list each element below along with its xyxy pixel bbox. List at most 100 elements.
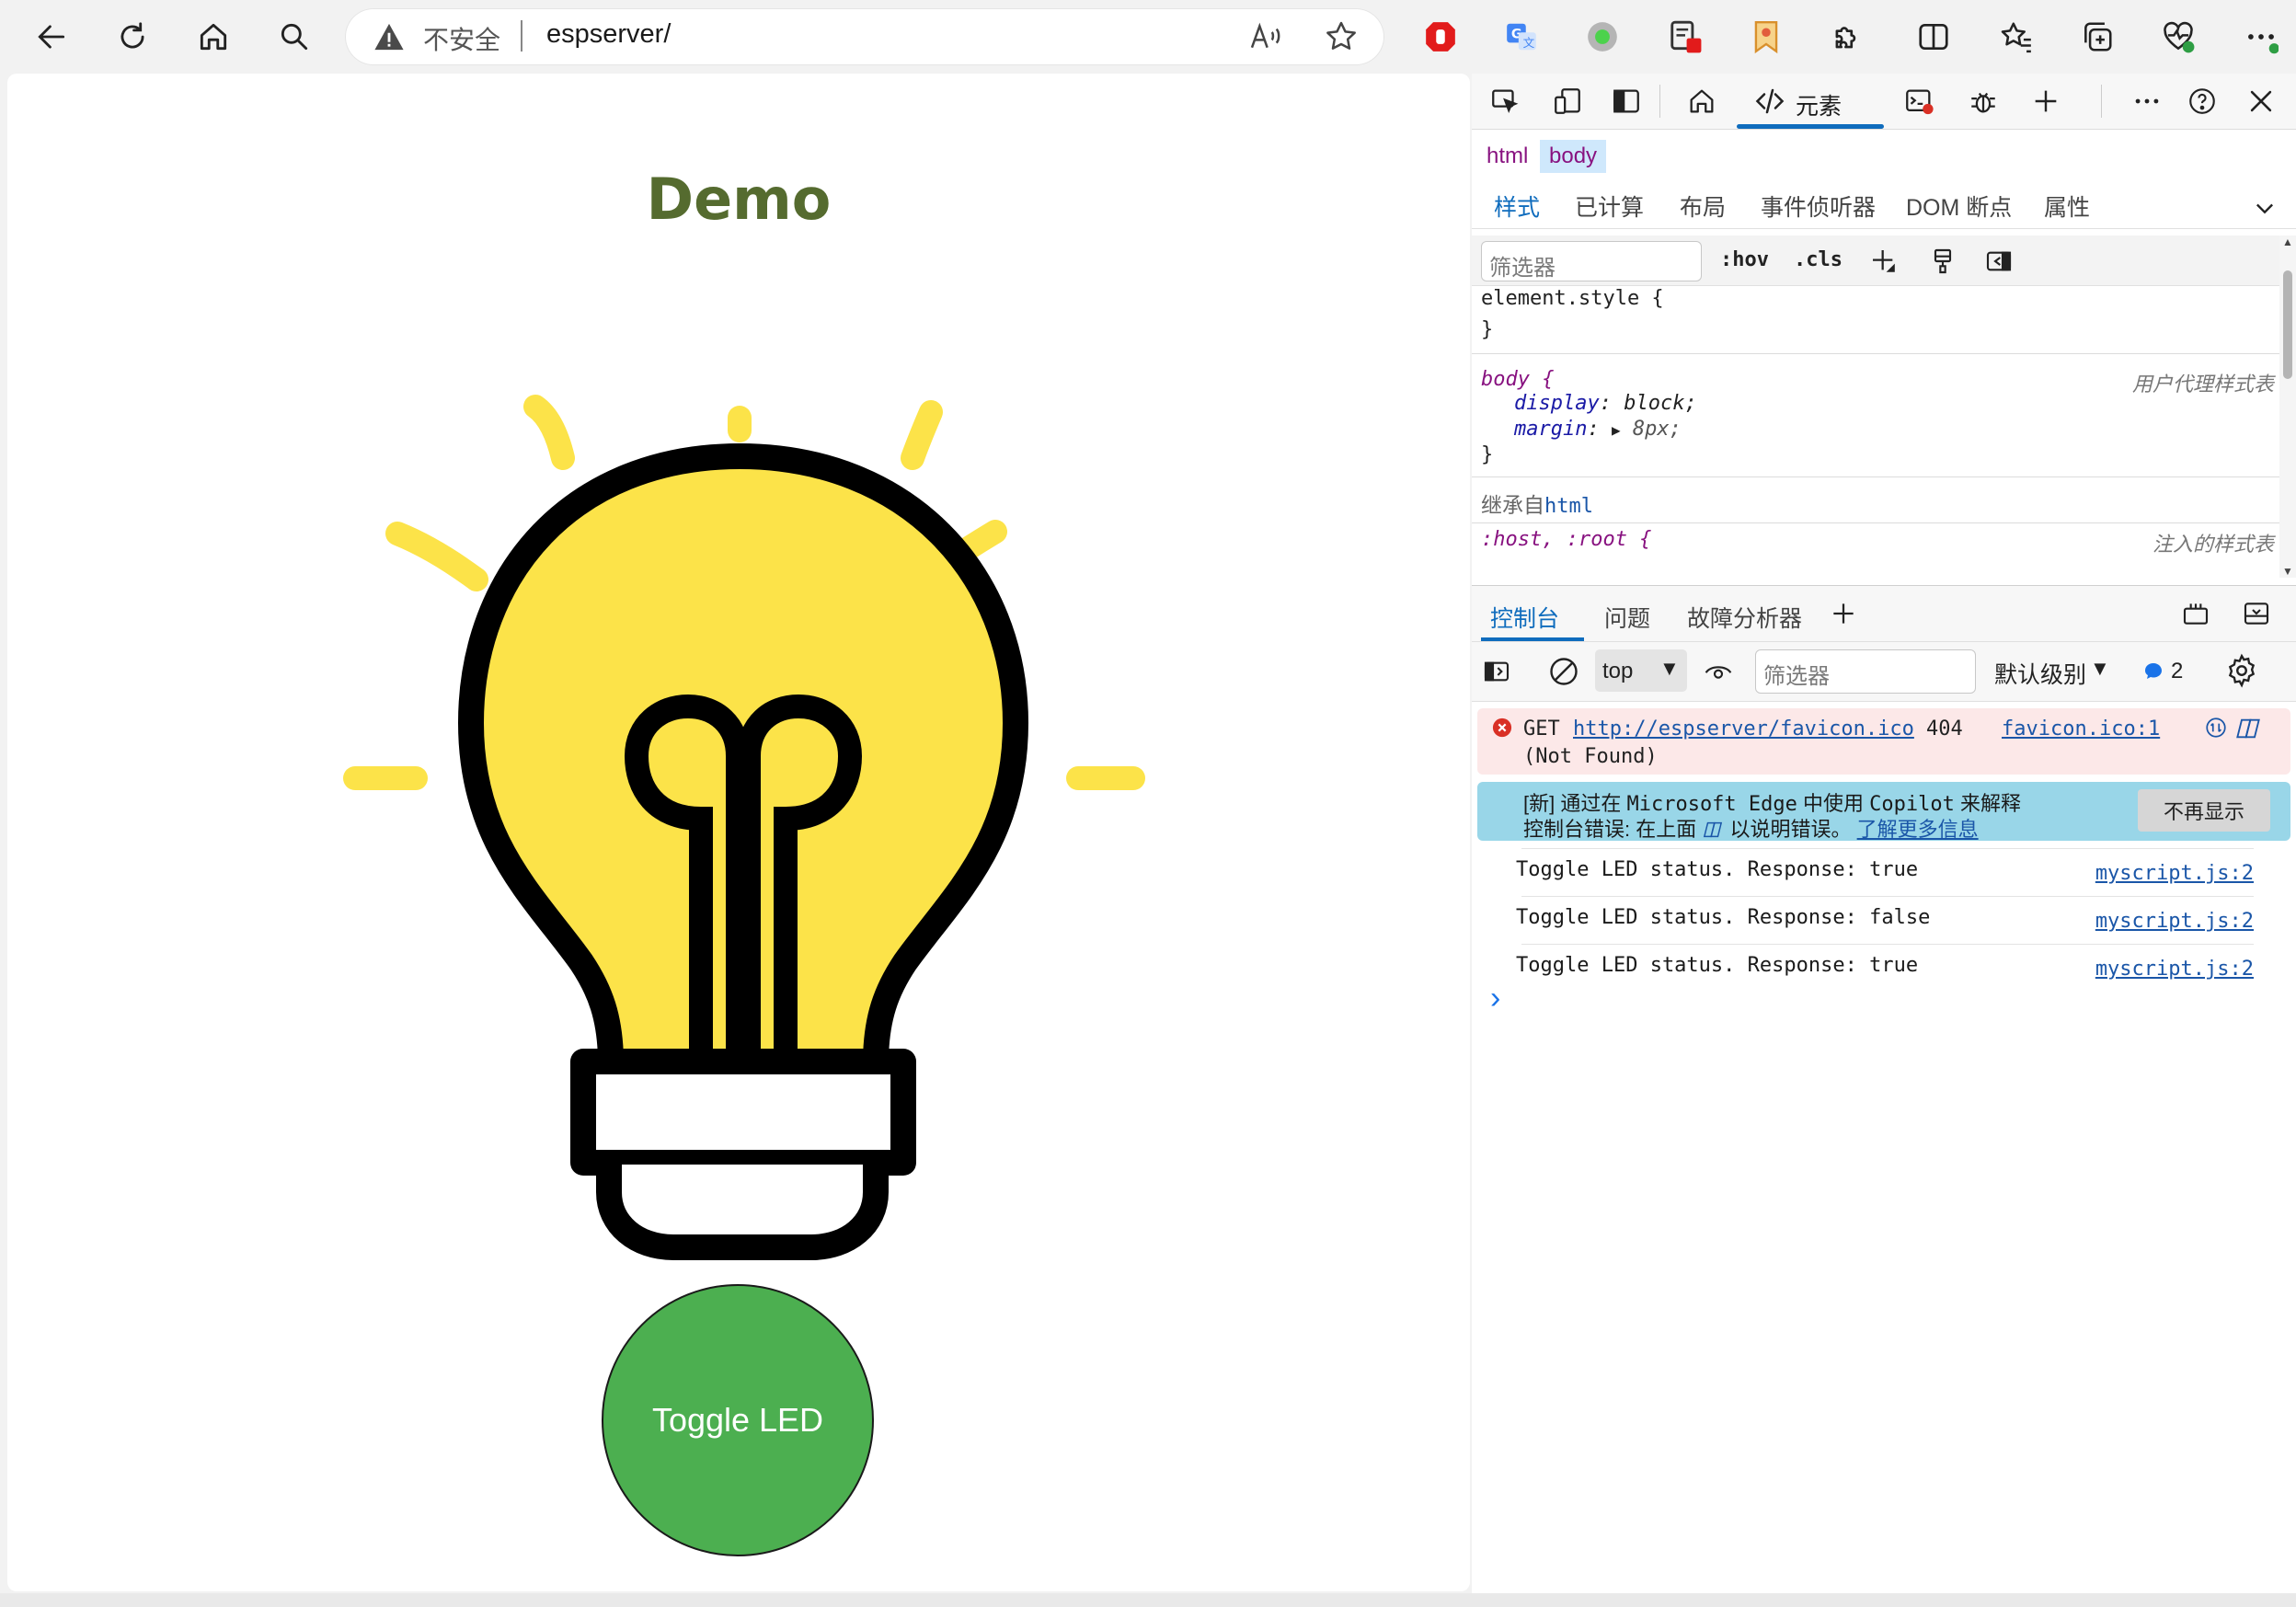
url-text[interactable]: espserver/ [546, 19, 671, 50]
home-button[interactable] [189, 13, 237, 61]
body-selector[interactable]: body { [1481, 368, 1554, 391]
tab-crash-analyzer[interactable]: 故障分析器 [1687, 601, 1802, 634]
breadcrumb-html[interactable]: html [1477, 140, 1537, 173]
console-log-message[interactable]: Toggle LED status. Response: false myscr… [1516, 896, 2254, 943]
copilot-explain-icon[interactable] [2235, 716, 2261, 741]
tab-dom-breakpoints[interactable]: DOM 断点 [1906, 189, 2012, 223]
scroll-down-icon[interactable]: ▼ [2282, 565, 2293, 578]
help-button[interactable] [2184, 83, 2221, 120]
browser-toolbar: 不安全 espserver/ G文 [0, 0, 2296, 74]
browser-essentials-button[interactable] [2154, 13, 2202, 61]
inherited-element-link[interactable]: html [1544, 495, 1593, 518]
add-drawer-tab-icon[interactable] [1829, 599, 1858, 628]
rule-close-brace: } [1481, 443, 1494, 466]
tab-elements[interactable]: 元素 [1737, 74, 1884, 129]
console-sidebar-icon[interactable] [1481, 657, 1512, 686]
read-aloud-icon[interactable] [1247, 18, 1284, 55]
copilot-text: 中使用 [1803, 792, 1865, 815]
styles-scrollbar[interactable]: ▲ ▼ [2279, 235, 2296, 578]
console-tab[interactable] [1900, 83, 1937, 120]
adblock-extension-button[interactable] [1417, 13, 1464, 61]
console-log-message[interactable]: Toggle LED status. Response: true myscri… [1516, 944, 2254, 991]
extensions-button[interactable] [1823, 13, 1871, 61]
tab-styles[interactable]: 样式 [1494, 189, 1540, 223]
tab-layout[interactable]: 布局 [1680, 189, 1726, 223]
log-source-link[interactable]: myscript.js:2 [2095, 862, 2254, 885]
expand-triangle-icon[interactable]: ▶ [1612, 421, 1621, 439]
gear-icon[interactable] [2224, 653, 2259, 688]
active-tab-indicator [1481, 637, 1584, 641]
welcome-tab[interactable] [1683, 83, 1720, 120]
learn-more-link[interactable]: 了解更多信息 [1857, 818, 1979, 841]
message-count-badge[interactable]: 2 [2141, 655, 2197, 688]
collections-button[interactable] [2073, 13, 2121, 61]
css-property-value: block; [1624, 392, 1697, 415]
refresh-button[interactable] [109, 13, 156, 61]
tab-properties[interactable]: 属性 [2044, 189, 2090, 223]
styles-filter-input[interactable]: 筛选器 [1481, 241, 1702, 281]
element-style-rule[interactable]: element.style { [1481, 287, 1664, 310]
tab-event-listeners[interactable]: 事件侦听器 [1761, 189, 1876, 223]
console-log-message[interactable]: Toggle LED status. Response: true myscri… [1516, 848, 2254, 895]
class-toggle[interactable]: .cls [1794, 248, 1843, 271]
error-url-link[interactable]: http://espserver/favicon.ico [1573, 717, 1914, 740]
search-button[interactable] [270, 13, 318, 61]
chevron-down-icon[interactable] [2252, 195, 2278, 221]
security-label[interactable]: 不安全 [423, 20, 500, 57]
code-brackets-icon [1755, 88, 1785, 114]
reader-extension-button[interactable] [1661, 13, 1709, 61]
settings-more-button[interactable] [2237, 13, 2285, 61]
home-icon [1690, 89, 1714, 113]
scroll-up-icon[interactable]: ▲ [2282, 235, 2293, 248]
tab-computed[interactable]: 已计算 [1575, 189, 1644, 223]
close-devtools-button[interactable] [2243, 83, 2279, 120]
bookmark-extension-button[interactable] [1742, 13, 1790, 61]
hover-state-toggle[interactable]: :hov [1720, 248, 1769, 271]
log-level-value: 默认级别 [1994, 662, 2087, 688]
error-source-link[interactable]: favicon.ico:1 [2002, 717, 2160, 740]
tab-console[interactable]: 控制台 [1490, 601, 1559, 634]
console-filter-input[interactable]: 筛选器 [1755, 649, 1976, 694]
puzzle-icon [1835, 27, 1856, 49]
warning-icon[interactable] [373, 22, 405, 52]
paint-brush-icon[interactable] [1928, 247, 1957, 276]
address-bar[interactable]: 不安全 espserver/ [346, 9, 1383, 64]
css-declaration-margin[interactable]: margin: ▶ 8px; [1514, 418, 1682, 441]
styles-subtabs: 样式 已计算 布局 事件侦听器 DOM 断点 属性 [1472, 184, 2296, 229]
favorite-star-icon[interactable] [1323, 18, 1360, 55]
translate-extension-button[interactable]: G文 [1498, 13, 1545, 61]
record-extension-button[interactable] [1578, 13, 1626, 61]
context-selector[interactable]: top ▼ [1595, 649, 1687, 692]
inspect-element-button[interactable] [1487, 83, 1523, 120]
dont-show-again-button[interactable]: 不再显示 [2138, 789, 2270, 832]
console-prompt-icon[interactable]: › [1490, 981, 1500, 1016]
more-tabs-button[interactable] [2027, 83, 2064, 120]
log-source-link[interactable]: myscript.js:2 [2095, 958, 2254, 981]
host-root-selector[interactable]: :host, :root { [1481, 528, 1651, 551]
toggle-sidebar-icon[interactable] [1983, 247, 2015, 276]
new-rule-icon[interactable] [1869, 247, 1899, 276]
tab-issues[interactable]: 问题 [1604, 601, 1650, 634]
request-method: GET [1523, 717, 1560, 740]
devtools-panel: 元素 html body 样式 已计算 布局 事件侦听器 DOM 断点 属性 筛… [1472, 74, 2296, 1607]
back-button[interactable] [28, 13, 75, 61]
log-level-dropdown[interactable]: 默认级别 ▼ [1994, 653, 2123, 690]
log-source-link[interactable]: myscript.js:2 [2095, 910, 2254, 933]
record-icon [1588, 22, 1617, 52]
live-expression-eye-icon[interactable] [1702, 657, 1735, 686]
favorites-button[interactable] [1992, 13, 2040, 61]
debugger-tab[interactable] [1965, 83, 2002, 120]
customize-devtools-button[interactable] [2129, 83, 2165, 120]
network-request-icon[interactable] [2204, 716, 2228, 740]
console-error-message[interactable]: GET http://espserver/favicon.ico 404 fav… [1477, 708, 2290, 775]
split-screen-button[interactable] [1910, 13, 1957, 61]
clear-console-icon[interactable] [1547, 655, 1580, 688]
device-emulation-button[interactable] [1549, 83, 1586, 120]
toggle-led-button[interactable]: Toggle LED [602, 1284, 874, 1556]
scrollbar-thumb[interactable] [2283, 270, 2292, 379]
css-declaration-display[interactable]: display: block; [1514, 392, 1697, 415]
dock-side-button[interactable] [1608, 83, 1645, 120]
breadcrumb-body[interactable]: body [1540, 140, 1607, 173]
close-drawer-icon[interactable] [2241, 599, 2272, 628]
undock-drawer-icon[interactable] [2180, 599, 2211, 628]
